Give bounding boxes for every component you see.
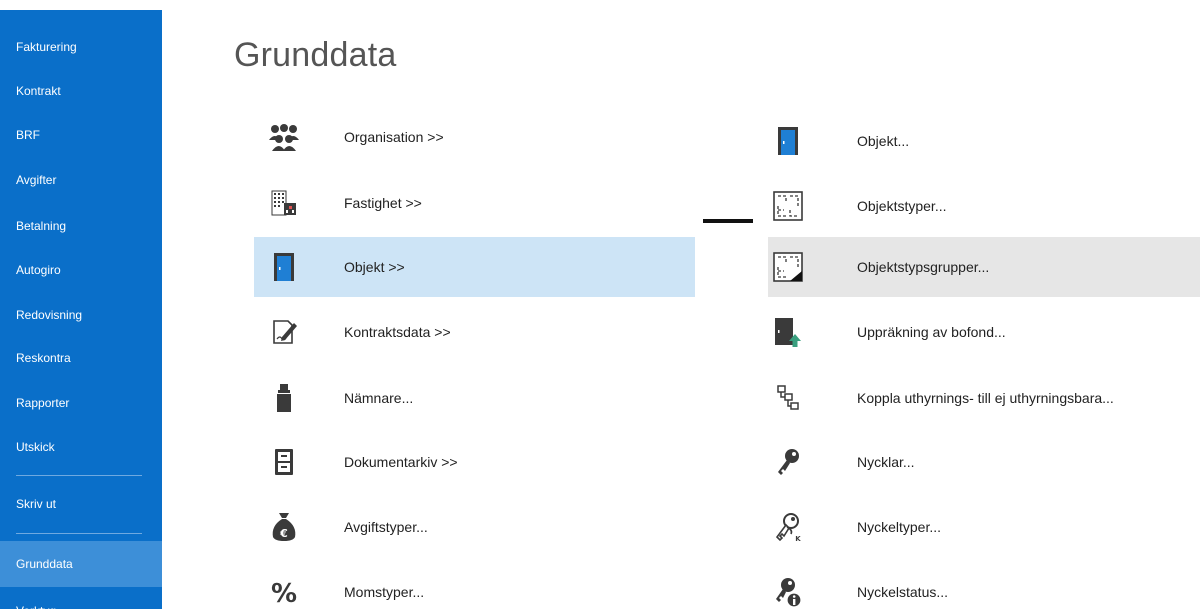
sidebar-item-fakturering[interactable]: Fakturering <box>0 28 162 66</box>
sidebar-item-redovisning[interactable]: Redovisning <box>0 296 162 334</box>
floorplan-group-icon <box>772 251 804 283</box>
menu-item-koppla-uthyrning[interactable]: Koppla uthyrnings- till ej uthyrningsbar… <box>768 375 1200 421</box>
percent-icon: % <box>268 576 300 608</box>
door-arrow-up-icon <box>772 316 804 348</box>
menu-item-label: Objekt... <box>857 133 910 149</box>
sidebar-divider <box>16 533 142 534</box>
sidebar-item-kontrakt[interactable]: Kontrakt <box>0 72 162 110</box>
menu-item-dokumentarkiv[interactable]: Dokumentarkiv >> <box>254 439 695 485</box>
menu-item-label: Nämnare... <box>344 390 414 406</box>
menu-item-label: Uppräkning av bofond... <box>857 324 1006 340</box>
svg-text:K: K <box>795 535 801 542</box>
menu-item-kontraktsdata[interactable]: Kontraktsdata >> <box>254 309 695 355</box>
drag-indicator <box>703 219 753 223</box>
sidebar-item-avgifter[interactable]: Avgifter <box>0 161 162 199</box>
menu-item-namnare[interactable]: Nämnare... <box>254 375 695 421</box>
sidebar-divider <box>16 475 142 476</box>
sidebar-item-rapporter[interactable]: Rapporter <box>0 384 162 422</box>
menu-item-label: Nycklar... <box>857 454 915 470</box>
menu-item-momstyper[interactable]: % Momstyper... <box>254 569 695 609</box>
menu-item-label: Dokumentarkiv >> <box>344 454 458 470</box>
menu-item-objekt[interactable]: Objekt... <box>768 118 1200 164</box>
menu-item-organisation[interactable]: Organisation >> <box>254 114 695 160</box>
document-edit-icon <box>268 316 300 348</box>
svg-text:%: % <box>271 579 297 606</box>
menu-item-objektstypsgrupper[interactable]: Objektstypsgrupper... <box>768 237 1200 297</box>
menu-item-objektstyper[interactable]: Objektstyper... <box>768 183 1200 229</box>
menu-item-label: Fastighet >> <box>344 195 422 211</box>
menu-item-label: Objektstypsgrupper... <box>857 259 990 275</box>
menu-item-fastighet[interactable]: Fastighet >> <box>254 180 695 226</box>
page-title: Grunddata <box>234 36 397 74</box>
file-cabinet-icon <box>268 446 300 478</box>
sidebar: Fakturering Kontrakt BRF Avgifter Betaln… <box>0 10 162 609</box>
building-icon <box>268 187 300 219</box>
menu-item-nycklar[interactable]: Nycklar... <box>768 439 1200 485</box>
svg-text:€: € <box>279 527 288 540</box>
menu-item-objekt-submenu[interactable]: Objekt >> <box>254 237 695 297</box>
menu-item-label: Avgiftstyper... <box>344 519 428 535</box>
menu-item-label: Koppla uthyrnings- till ej uthyrningsbar… <box>857 390 1114 406</box>
key-icon <box>772 446 804 478</box>
menu-item-label: Momstyper... <box>344 584 425 600</box>
sidebar-item-betalning[interactable]: Betalning <box>0 207 162 245</box>
people-group-icon <box>268 121 300 153</box>
sidebar-item-verktyg[interactable]: Verktyg <box>0 597 162 609</box>
sidebar-item-skriv-ut[interactable]: Skriv ut <box>0 485 162 523</box>
door-icon <box>268 251 300 283</box>
sidebar-item-grunddata[interactable]: Grunddata <box>0 541 162 587</box>
sidebar-item-brf[interactable]: BRF <box>0 116 162 154</box>
menu-item-label: Kontraktsdata >> <box>344 324 451 340</box>
menu-item-label: Nyckelstatus... <box>857 584 949 600</box>
menu-item-label: Nyckeltyper... <box>857 519 942 535</box>
money-bag-euro-icon: € <box>268 511 300 543</box>
weight-icon <box>268 382 300 414</box>
sidebar-item-utskick[interactable]: Utskick <box>0 428 162 466</box>
menu-item-upprakning-bofond[interactable]: Uppräkning av bofond... <box>768 309 1200 355</box>
door-icon <box>772 125 804 157</box>
sidebar-item-autogiro[interactable]: Autogiro <box>0 251 162 289</box>
menu-item-label: Objektstyper... <box>857 198 947 214</box>
menu-item-label: Organisation >> <box>344 129 444 145</box>
hierarchy-icon <box>772 382 804 414</box>
menu-item-label: Objekt >> <box>344 259 405 275</box>
menu-item-nyckeltyper[interactable]: K Nyckeltyper... <box>768 504 1200 550</box>
key-type-icon: K <box>772 511 804 543</box>
sidebar-item-reskontra[interactable]: Reskontra <box>0 339 162 377</box>
floorplan-icon <box>772 190 804 222</box>
key-info-icon <box>772 576 804 608</box>
menu-item-avgiftstyper[interactable]: € Avgiftstyper... <box>254 504 695 550</box>
menu-item-nyckelstatus[interactable]: Nyckelstatus... <box>768 569 1200 609</box>
